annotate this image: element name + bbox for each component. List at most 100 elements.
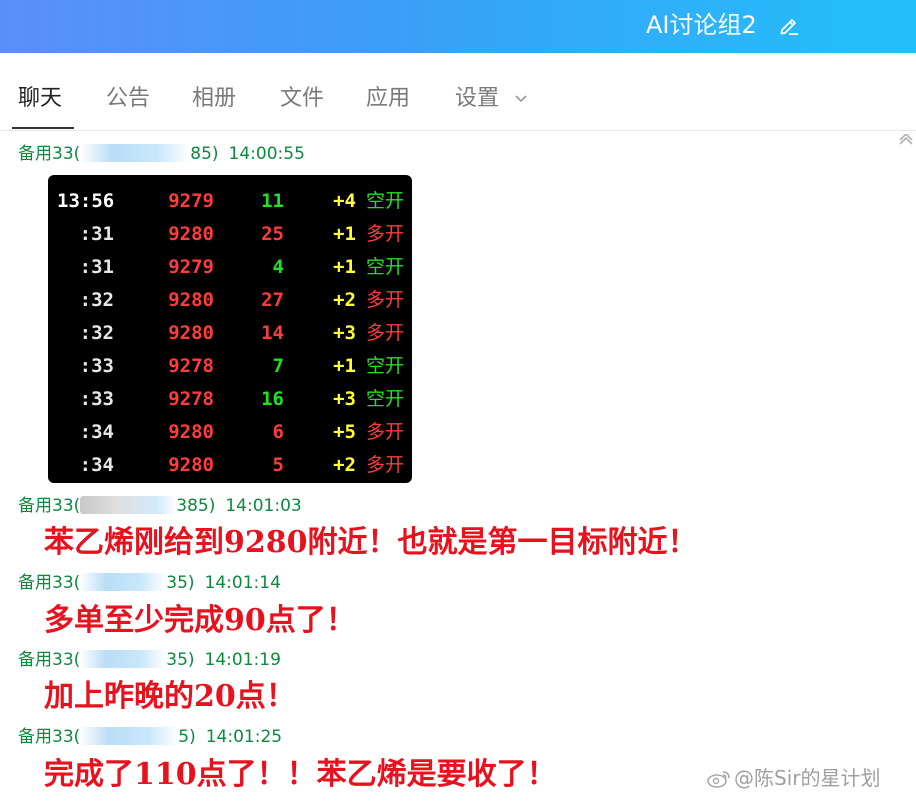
sender-name[interactable]: 备用33(	[18, 496, 80, 516]
message-text: 苯乙烯刚给到9280附近！也就是第一目标附近！	[44, 525, 698, 560]
message-time: 14:01:03	[225, 496, 302, 516]
message-text: 多单至少完成90点了！	[44, 603, 356, 638]
trade-time: :34	[79, 454, 114, 476]
sender-id-tail: 85)	[190, 144, 219, 164]
trade-time: :33	[79, 388, 114, 410]
stock-row: :34 9280 5 +2 多开	[48, 449, 412, 482]
redacted-id	[80, 496, 177, 514]
trade-volume: 11	[261, 190, 284, 212]
trade-time: :31	[79, 223, 114, 245]
trade-price: 9279	[168, 256, 214, 278]
stock-row: :33 9278 16 +3 空开	[48, 383, 412, 416]
tab-files[interactable]: 文件	[280, 83, 324, 115]
position-change: +2	[333, 454, 356, 476]
trade-volume: 27	[261, 289, 284, 311]
trade-price: 9280	[168, 454, 214, 476]
message-time: 14:01:25	[205, 727, 283, 747]
watermark-text: @陈Sir的星计划	[734, 766, 881, 790]
trade-type: 多开	[366, 223, 405, 245]
stock-row: :32 9280 27 +2 多开	[48, 284, 412, 317]
tab-album[interactable]: 相册	[192, 83, 236, 115]
message-header: 备用33( 5) 14:01:25	[18, 727, 282, 747]
sender-id-tail: 35)	[166, 650, 195, 670]
sender-name[interactable]: 备用33(	[18, 727, 80, 747]
group-title: AI讨论组2	[646, 11, 757, 39]
tab-bar: 聊天 公告 相册 文件 应用 设置	[0, 53, 916, 131]
trade-time: :34	[79, 421, 114, 443]
position-change: +1	[333, 256, 356, 278]
trade-type: 多开	[366, 454, 405, 476]
redacted-id	[80, 650, 167, 668]
trade-price: 9280	[168, 421, 214, 443]
position-change: +2	[333, 289, 356, 311]
message-text: 加上昨晚的20点！	[44, 679, 296, 714]
trade-volume: 16	[261, 388, 284, 410]
stock-row: 13:56 9279 11 +4 空开	[48, 185, 412, 218]
stock-row: :34 9280 6 +5 多开	[48, 416, 412, 449]
sender-name[interactable]: 备用33(	[18, 144, 80, 164]
position-change: +3	[333, 388, 356, 410]
trade-type: 空开	[366, 256, 405, 278]
trade-volume: 25	[261, 223, 284, 245]
trade-type: 空开	[366, 388, 405, 410]
tab-chat[interactable]: 聊天	[18, 83, 62, 115]
position-change: +4	[333, 190, 356, 212]
message-header: 备用33( 35) 14:01:19	[18, 650, 281, 670]
chevron-up-icon[interactable]	[898, 134, 914, 146]
trade-type: 多开	[366, 322, 405, 344]
position-change: +1	[333, 355, 356, 377]
tab-apps[interactable]: 应用	[366, 83, 410, 115]
message-header: 备用33( 85) 14:00:55	[18, 144, 305, 164]
sender-id-tail: 35)	[166, 573, 195, 593]
trade-volume: 5	[272, 454, 284, 476]
message-header: 备用33( 385) 14:01:03	[18, 496, 302, 516]
trade-time: :32	[79, 322, 114, 344]
trade-time: :32	[79, 289, 114, 311]
redacted-id	[80, 144, 191, 162]
active-tab-indicator	[12, 127, 74, 129]
trade-price: 9278	[168, 355, 214, 377]
position-change: +1	[333, 223, 356, 245]
stock-row: :31 9279 4 +1 空开	[48, 251, 412, 284]
sender-id-tail: 385)	[176, 496, 216, 516]
trade-type: 多开	[366, 289, 405, 311]
trade-price: 9280	[168, 322, 214, 344]
redacted-id	[80, 727, 179, 745]
trade-time: 13:56	[57, 190, 115, 212]
message-time: 14:01:14	[204, 573, 281, 593]
stock-row: :31 9280 25 +1 多开	[48, 218, 412, 251]
sender-name[interactable]: 备用33(	[18, 650, 80, 670]
sender-name[interactable]: 备用33(	[18, 573, 80, 593]
position-change: +5	[333, 421, 356, 443]
message-header: 备用33( 35) 14:01:14	[18, 573, 281, 593]
trade-volume: 4	[272, 256, 284, 278]
tab-announcement[interactable]: 公告	[106, 83, 150, 115]
group-header: AI讨论组2	[0, 0, 916, 53]
message-time: 14:00:55	[228, 144, 305, 164]
trade-time: :33	[79, 355, 114, 377]
chevron-down-icon[interactable]	[514, 94, 528, 104]
trade-volume: 7	[272, 355, 284, 377]
trade-type: 空开	[366, 190, 405, 212]
trade-price: 9280	[168, 223, 214, 245]
trade-time: :31	[79, 256, 114, 278]
stock-row: :32 9280 14 +3 多开	[48, 317, 412, 350]
stock-trade-image[interactable]: 13:56 9279 11 +4 空开 :31 9280 25 +1 多开 :31 9279 4 +1 空开…	[48, 175, 412, 483]
message-text: 完成了110点了！！苯乙烯是要收了！	[44, 757, 557, 792]
trade-volume: 6	[272, 421, 284, 443]
trade-price: 9280	[168, 289, 214, 311]
weibo-icon	[707, 771, 730, 788]
sender-id-tail: 5)	[178, 727, 196, 747]
redacted-id	[80, 573, 167, 591]
edit-icon[interactable]	[778, 14, 800, 36]
position-change: +3	[333, 322, 356, 344]
tab-settings[interactable]: 设置	[455, 83, 499, 115]
table-header-cropped	[48, 175, 412, 181]
trade-type: 多开	[366, 421, 405, 443]
trade-price: 9278	[168, 388, 214, 410]
trade-type: 空开	[366, 355, 405, 377]
message-time: 14:01:19	[204, 650, 281, 670]
trade-volume: 14	[261, 322, 284, 344]
trade-price: 9279	[168, 190, 214, 212]
watermark: @陈Sir的星计划	[706, 764, 880, 792]
